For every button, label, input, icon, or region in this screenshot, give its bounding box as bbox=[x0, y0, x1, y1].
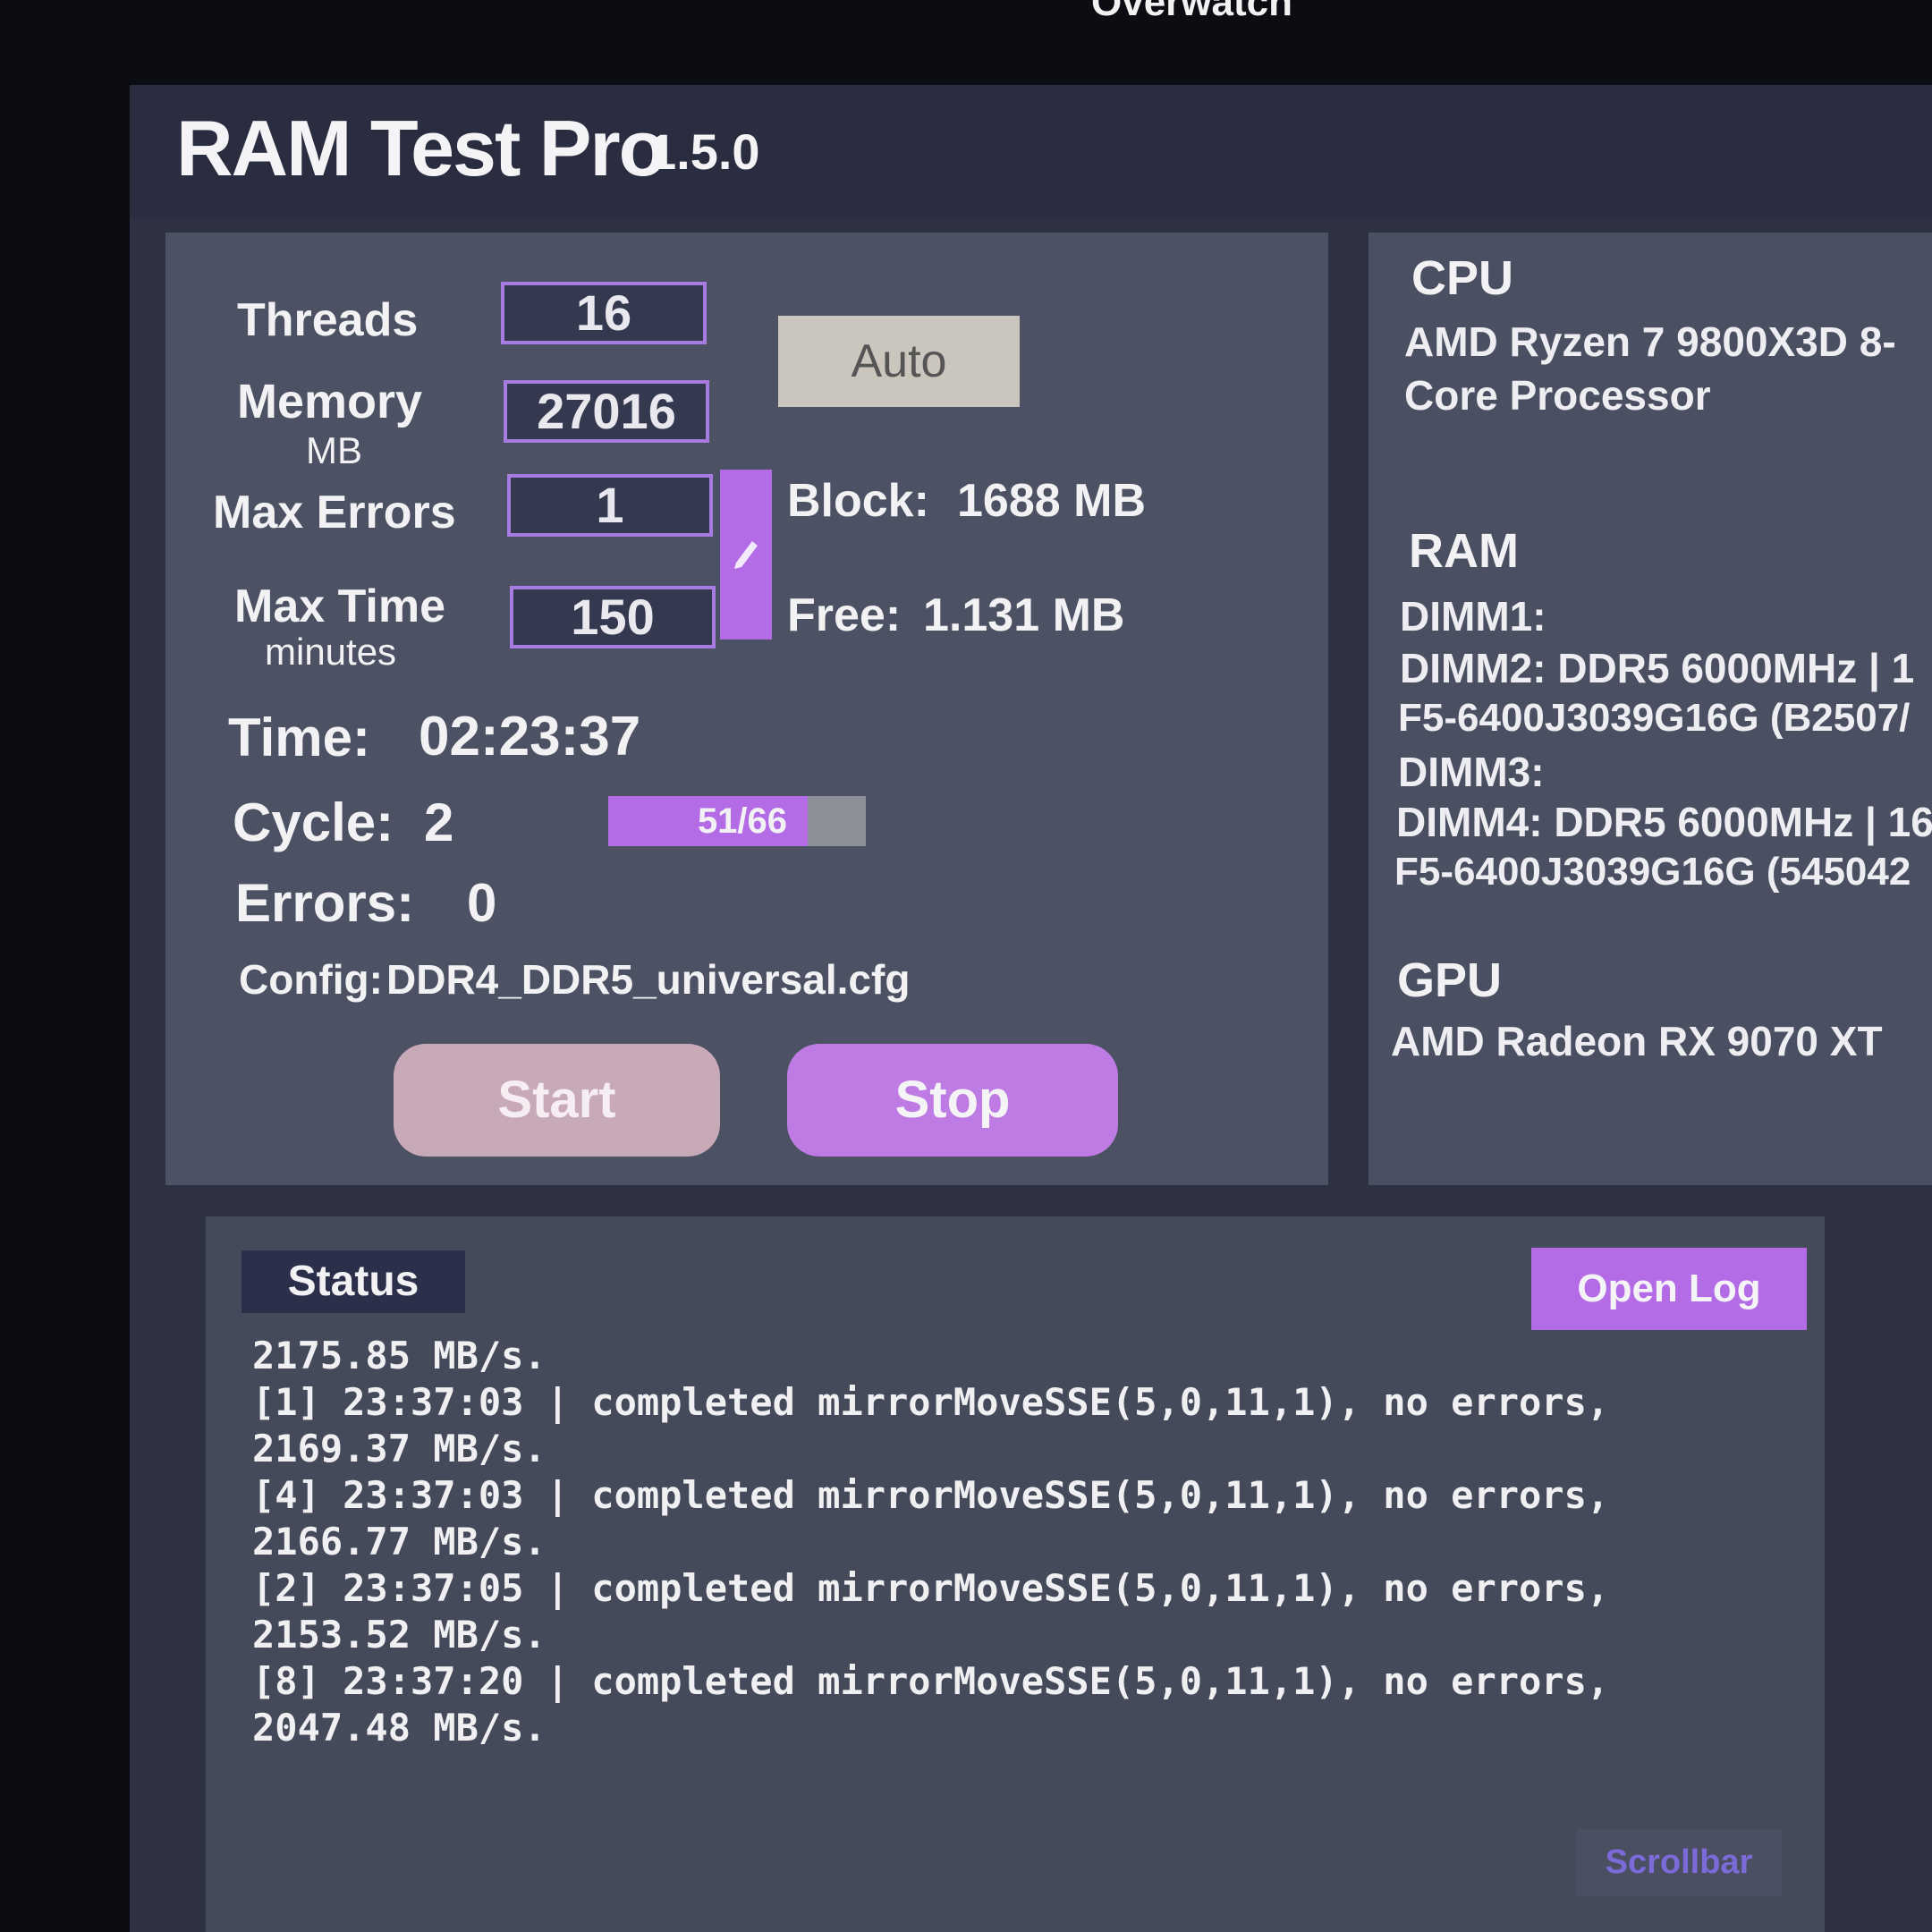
cycle-label: Cycle: bbox=[233, 792, 394, 852]
cpu-heading: CPU bbox=[1411, 251, 1514, 305]
max-time-label: Max Time bbox=[234, 580, 446, 632]
status-log: 2175.85 MB/s. [1] 23:37:03 | completed m… bbox=[252, 1333, 1609, 1751]
max-time-unit-label: minutes bbox=[265, 631, 397, 673]
ram-dimm1: DIMM1: bbox=[1400, 593, 1546, 640]
cpu-name-line-1: AMD Ryzen 7 9800X3D 8- bbox=[1404, 318, 1896, 365]
ram-heading: RAM bbox=[1409, 524, 1519, 578]
title-bar: RAM Test Pro 1.5.0 bbox=[130, 85, 1932, 219]
log-line: 2153.52 MB/s. bbox=[252, 1613, 547, 1657]
memory-label: Memory bbox=[237, 375, 423, 428]
errors-label: Errors: bbox=[235, 873, 415, 933]
edit-button[interactable] bbox=[720, 470, 772, 640]
open-log-button[interactable]: Open Log bbox=[1531, 1248, 1807, 1330]
log-line: [4] 23:37:03 | completed mirrorMoveSSE(5… bbox=[252, 1473, 1610, 1517]
free-label: Free: bbox=[787, 589, 902, 641]
ram-dimm3: DIMM3: bbox=[1398, 749, 1545, 795]
auto-button[interactable]: Auto bbox=[778, 316, 1020, 407]
gpu-heading: GPU bbox=[1397, 953, 1503, 1007]
pencil-icon bbox=[734, 541, 758, 569]
ram-dimm4-part: F5-6400J3039G16G (545042 bbox=[1394, 850, 1911, 894]
ram-dimm4: DIMM4: DDR5 6000MHz | 16 bbox=[1396, 799, 1932, 845]
time-label: Time: bbox=[228, 708, 370, 767]
free-value: 1.131 MB bbox=[923, 589, 1125, 641]
stop-button[interactable]: Stop bbox=[787, 1044, 1118, 1157]
status-tab[interactable]: Status bbox=[242, 1250, 465, 1313]
ram-dimm2: DIMM2: DDR5 6000MHz | 1 bbox=[1400, 645, 1915, 691]
max-time-input[interactable]: 150 bbox=[510, 586, 716, 648]
start-button[interactable]: Start bbox=[394, 1044, 720, 1157]
max-errors-input[interactable]: 1 bbox=[507, 474, 713, 537]
log-line: 2166.77 MB/s. bbox=[252, 1520, 547, 1563]
block-label: Block: bbox=[787, 475, 929, 527]
cycle-progress-bar: 51/66 bbox=[608, 796, 866, 846]
log-line: 2047.48 MB/s. bbox=[252, 1706, 547, 1750]
threads-input[interactable]: 16 bbox=[501, 282, 707, 344]
time-value: 02:23:37 bbox=[419, 706, 641, 767]
threads-label: Threads bbox=[237, 294, 419, 346]
log-line: [8] 23:37:20 | completed mirrorMoveSSE(5… bbox=[252, 1659, 1610, 1703]
config-file-value: DDR4_DDR5_universal.cfg bbox=[386, 956, 911, 1003]
memory-input[interactable]: 27016 bbox=[504, 380, 709, 443]
progress-text: 51/66 bbox=[697, 801, 788, 841]
gpu-name: AMD Radeon RX 9070 XT bbox=[1391, 1018, 1883, 1064]
block-value: 1688 MB bbox=[957, 475, 1146, 527]
ram-dimm2-part: F5-6400J3039G16G (B2507/ bbox=[1398, 696, 1911, 740]
max-errors-label: Max Errors bbox=[213, 487, 456, 538]
log-line: 2169.37 MB/s. bbox=[252, 1427, 547, 1470]
log-line: [1] 23:37:03 | completed mirrorMoveSSE(5… bbox=[252, 1380, 1610, 1424]
scrollbar[interactable]: Scrollbar bbox=[1576, 1829, 1782, 1896]
background-window-title: Overwatch bbox=[1091, 0, 1292, 24]
app-version: 1.5.0 bbox=[648, 123, 760, 180]
log-line: [2] 23:37:05 | completed mirrorMoveSSE(5… bbox=[252, 1566, 1610, 1610]
errors-value: 0 bbox=[467, 873, 497, 933]
app-title: RAM Test Pro bbox=[176, 104, 666, 192]
log-line: 2175.85 MB/s. bbox=[252, 1334, 547, 1377]
cpu-name-line-2: Core Processor bbox=[1404, 372, 1711, 419]
memory-unit-label: MB bbox=[306, 429, 362, 471]
cycle-value: 2 bbox=[424, 792, 454, 852]
config-label: Config: bbox=[239, 956, 383, 1003]
